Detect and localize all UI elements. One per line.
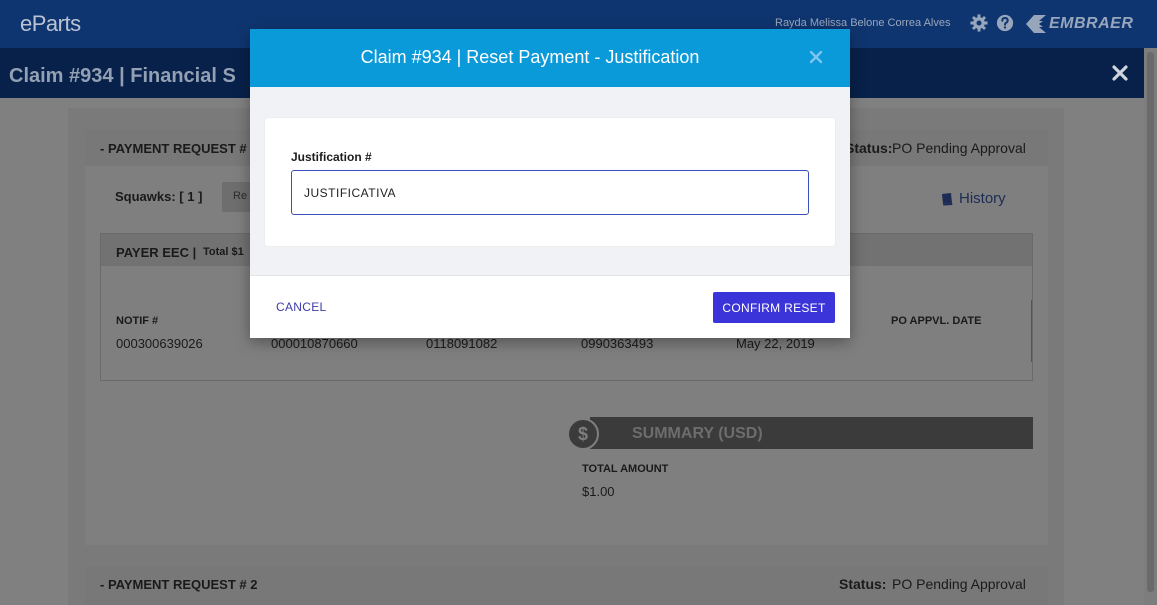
table-cell: May 22, 2019	[736, 336, 815, 351]
payer-title: PAYER EEC |	[116, 245, 197, 260]
column-header: NOTIF #	[116, 315, 159, 327]
modal-footer: CANCEL CONFIRM RESET	[250, 276, 850, 338]
app-logo[interactable]: eParts	[20, 11, 81, 37]
column-header: PO APPVL. DATE	[891, 315, 982, 327]
page-title: Claim #934 | Financial S	[9, 65, 236, 87]
book-icon	[942, 192, 953, 205]
table-cell: 0118091082	[426, 336, 498, 351]
page-scrollbar[interactable]	[1144, 48, 1157, 605]
summary-title: SUMMARY (USD)	[632, 425, 763, 442]
table-cell: 0990363493	[581, 336, 654, 351]
payment-request-title[interactable]: - PAYMENT REQUEST #	[100, 141, 247, 156]
modal-title: Claim #934 | Reset Payment - Justificati…	[360, 47, 700, 67]
payer-total: Total $1	[203, 246, 244, 258]
help-icon[interactable]	[996, 14, 1014, 32]
status-value: PO Pending Approval	[892, 140, 1026, 156]
modal-body: Justification #	[250, 87, 850, 276]
column-divider	[1031, 300, 1032, 362]
modal-header: Claim #934 | Reset Payment - Justificati…	[250, 29, 850, 87]
status-label: Status:	[845, 140, 893, 156]
total-amount-label: TOTAL AMOUNT	[582, 463, 669, 475]
dollar-icon: $	[567, 418, 599, 450]
history-label: History	[959, 190, 1006, 207]
payment-request-2-title[interactable]: - PAYMENT REQUEST # 2	[100, 577, 257, 592]
total-amount-value: $1.00	[582, 484, 615, 499]
scrollbar-thumb[interactable]	[1147, 52, 1154, 592]
squawk-button-label: Re	[233, 190, 248, 202]
table-cell: 000300639026	[116, 336, 203, 351]
status-label: Status:	[839, 576, 887, 592]
confirm-reset-button[interactable]: CONFIRM RESET	[713, 292, 835, 323]
page-close-icon[interactable]	[1111, 64, 1129, 82]
cancel-button[interactable]: CANCEL	[265, 293, 337, 321]
squawks-label: Squawks: [ 1 ]	[115, 189, 203, 204]
justification-label: Justification #	[291, 150, 372, 164]
gear-icon[interactable]	[970, 14, 988, 32]
history-link[interactable]: History	[940, 190, 1006, 207]
embraer-mark-icon	[1026, 15, 1046, 33]
user-name[interactable]: Rayda Melissa Belone Correa Alves	[775, 17, 950, 29]
close-icon[interactable]	[807, 48, 825, 66]
embraer-logo: EMBRAER	[1025, 14, 1133, 34]
justification-form: Justification #	[265, 118, 835, 246]
status-value: PO Pending Approval	[892, 576, 1026, 592]
reset-payment-modal: Claim #934 | Reset Payment - Justificati…	[250, 29, 850, 338]
justification-input[interactable]	[291, 170, 809, 215]
table-cell: 000010870660	[271, 336, 358, 351]
brand-name: EMBRAER	[1049, 15, 1134, 32]
